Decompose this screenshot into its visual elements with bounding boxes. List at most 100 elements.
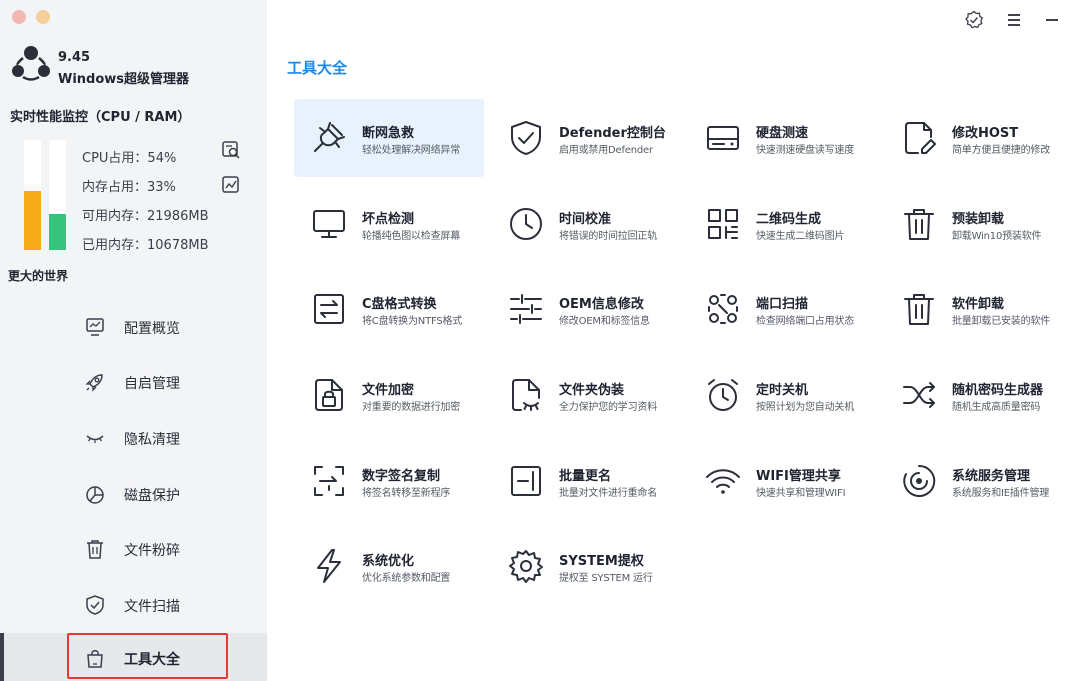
tool-card[interactable]: 时间校准 将错误的时间拉回正轨 — [491, 185, 681, 263]
sidebar-item-label: 文件扫描 — [124, 599, 180, 615]
rename-icon — [507, 462, 545, 500]
app-logo-icon — [10, 44, 52, 86]
page-title: 工具大全 — [287, 59, 348, 77]
tool-description: 启用或禁用Defender — [559, 145, 653, 156]
tool-name: 时间校准 — [559, 212, 612, 227]
monitor-title: 实时性能监控（CPU / RAM） — [10, 110, 191, 125]
tool-card[interactable]: 文件加密 对重要的数据进行加密 — [294, 356, 484, 434]
app-name: Windows超级管理器 — [58, 72, 190, 87]
tool-description: 提权至 SYSTEM 运行 — [559, 573, 653, 584]
tool-description: 简单方便且便捷的修改 — [952, 145, 1050, 156]
tool-description: 将签名转移至新程序 — [362, 488, 451, 499]
port-scan-icon — [704, 290, 742, 328]
rocket-icon — [84, 371, 106, 393]
tool-card[interactable]: 定时关机 按照计划为您自动关机 — [688, 356, 878, 434]
cpu-usage-fill — [24, 190, 41, 250]
file-edit-icon — [900, 119, 938, 157]
cpu-usage-text: CPU占用：54% — [82, 151, 177, 166]
tool-card[interactable]: 批量更名 批量对文件进行重命名 — [491, 442, 681, 520]
cpu-detail-icon[interactable] — [221, 140, 241, 160]
trash-icon — [84, 538, 106, 560]
monitor-chart-icon — [84, 316, 106, 338]
sidebar-item-disk-protect[interactable]: 磁盘保护 — [0, 469, 267, 519]
tool-description: 卸载Win10预装软件 — [952, 231, 1042, 242]
tool-card[interactable]: 软件卸载批量卸载已安装的软件 — [884, 270, 1074, 348]
active-indicator — [0, 633, 4, 681]
ram-usage-text: 内存占用：33% — [82, 180, 176, 195]
shield-check-icon — [84, 594, 106, 616]
tool-card[interactable]: 修改HOST 简单方便且便捷的修改 — [884, 99, 1074, 177]
tool-name: WIFI管理共享 — [756, 469, 841, 484]
sidebar-item-label: 自启管理 — [124, 376, 180, 392]
tool-card[interactable]: SYSTEM提权 提权至 SYSTEM 运行 — [491, 527, 681, 605]
sidebar-item-label: 磁盘保护 — [124, 488, 180, 504]
tool-name: 系统优化 — [362, 554, 415, 569]
convert-icon — [310, 290, 348, 328]
alarm-clock-icon — [704, 376, 742, 414]
sidebar-item-startup[interactable]: 自启管理 — [0, 357, 267, 407]
tool-name: 定时关机 — [756, 383, 809, 398]
sidebar-item-label: 隐私清理 — [124, 432, 180, 448]
tool-card[interactable]: 系统服务管理 系统服务和IE插件管理 — [884, 442, 1074, 520]
available-memory-text: 可用内存：21986MB — [82, 209, 209, 224]
tool-description: 批量卸载已安装的软件 — [952, 316, 1050, 327]
tool-card[interactable]: 端口扫描 检查网络端口占用状态 — [688, 270, 878, 348]
tool-name: 批量更名 — [559, 469, 612, 484]
tool-card[interactable]: WIFI管理共享快速共享和管理WIFI — [688, 442, 878, 520]
sidebar-item-config-overview[interactable]: 配置概览 — [0, 302, 267, 352]
tool-card[interactable]: 硬盘测速 快速测速硬盘读写速度 — [688, 99, 878, 177]
verified-badge-icon[interactable] — [964, 10, 984, 30]
tool-description: 对重要的数据进行加密 — [362, 402, 460, 413]
tool-card[interactable]: 数字签名复制 将签名转移至新程序 — [294, 442, 484, 520]
tool-card[interactable]: Defender控制台启用或禁用Defender — [491, 99, 681, 177]
tool-card[interactable]: C盘格式转换 将C盘转换为NTFS格式 — [294, 270, 484, 348]
hard-disk-icon — [704, 119, 742, 157]
tool-description: 修改OEM和标签信息 — [559, 316, 650, 327]
lightning-icon — [310, 547, 348, 585]
tool-name: 随机密码生成器 — [952, 383, 1044, 398]
menu-icon[interactable] — [1004, 10, 1024, 30]
tool-card[interactable]: 预装卸载卸载Win10预装软件 — [884, 185, 1074, 263]
tool-card[interactable]: 文件夹伪装 全力保护您的学习资料 — [491, 356, 681, 434]
tool-description: 快速生成二维码图片 — [756, 231, 845, 242]
tool-card[interactable]: OEM信息修改修改OEM和标签信息 — [491, 270, 681, 348]
tool-card[interactable]: 二维码生成快速生成二维码图片 — [688, 185, 878, 263]
monitor-icon — [310, 205, 348, 243]
trash-icon — [900, 290, 938, 328]
tool-name: C盘格式转换 — [362, 297, 437, 312]
tool-name: 硬盘测速 — [756, 126, 809, 141]
tool-name: 断网急救 — [362, 126, 415, 141]
tool-description: 快速共享和管理WIFI — [756, 488, 846, 499]
sidebar-item-label: 文件粉碎 — [124, 543, 180, 559]
file-mask-icon — [507, 376, 545, 414]
tool-card[interactable]: 坏点检测轮播纯色图以检查屏幕 — [294, 185, 484, 263]
pie-chart-icon — [84, 483, 106, 505]
sidebar-item-file-scan[interactable]: 文件扫描 — [0, 580, 267, 630]
highlight-box — [67, 633, 228, 679]
window-close-dot[interactable] — [12, 10, 26, 24]
sidebar-item-privacy-clean[interactable]: 隐私清理 — [0, 413, 267, 463]
sidebar-item-label: 配置概览 — [124, 321, 180, 337]
tool-name: 软件卸载 — [952, 297, 1005, 312]
tool-description: 随机生成高质量密码 — [952, 402, 1041, 413]
tool-name: Defender控制台 — [559, 126, 666, 141]
tool-card[interactable]: 随机密码生成器随机生成高质量密码 — [884, 356, 1074, 434]
cpu-usage-bar — [24, 140, 41, 250]
tool-card[interactable]: 系统优化 优化系统参数和配置 — [294, 527, 484, 605]
minimize-icon[interactable] — [1042, 10, 1062, 30]
shield-check-icon — [507, 119, 545, 157]
tool-description: 轮播纯色图以检查屏幕 — [362, 231, 460, 242]
tool-description: 系统服务和IE插件管理 — [952, 488, 1050, 499]
memory-detail-icon[interactable] — [221, 175, 241, 195]
app-version: 9.45 — [58, 50, 91, 65]
tool-name: 二维码生成 — [756, 212, 822, 227]
sidebar-item-file-shred[interactable]: 文件粉碎 — [0, 524, 267, 574]
tool-name: 修改HOST — [952, 126, 1019, 141]
tool-name: OEM信息修改 — [559, 297, 644, 312]
tool-name: 文件夹伪装 — [559, 383, 625, 398]
window-minimize-dot[interactable] — [36, 10, 50, 24]
tool-name: 预装卸载 — [952, 212, 1005, 227]
tool-card[interactable]: 断网急救 轻松处理解决网络异常 — [294, 99, 484, 177]
tool-name: 坏点检测 — [362, 212, 415, 227]
plug-icon — [310, 119, 348, 157]
